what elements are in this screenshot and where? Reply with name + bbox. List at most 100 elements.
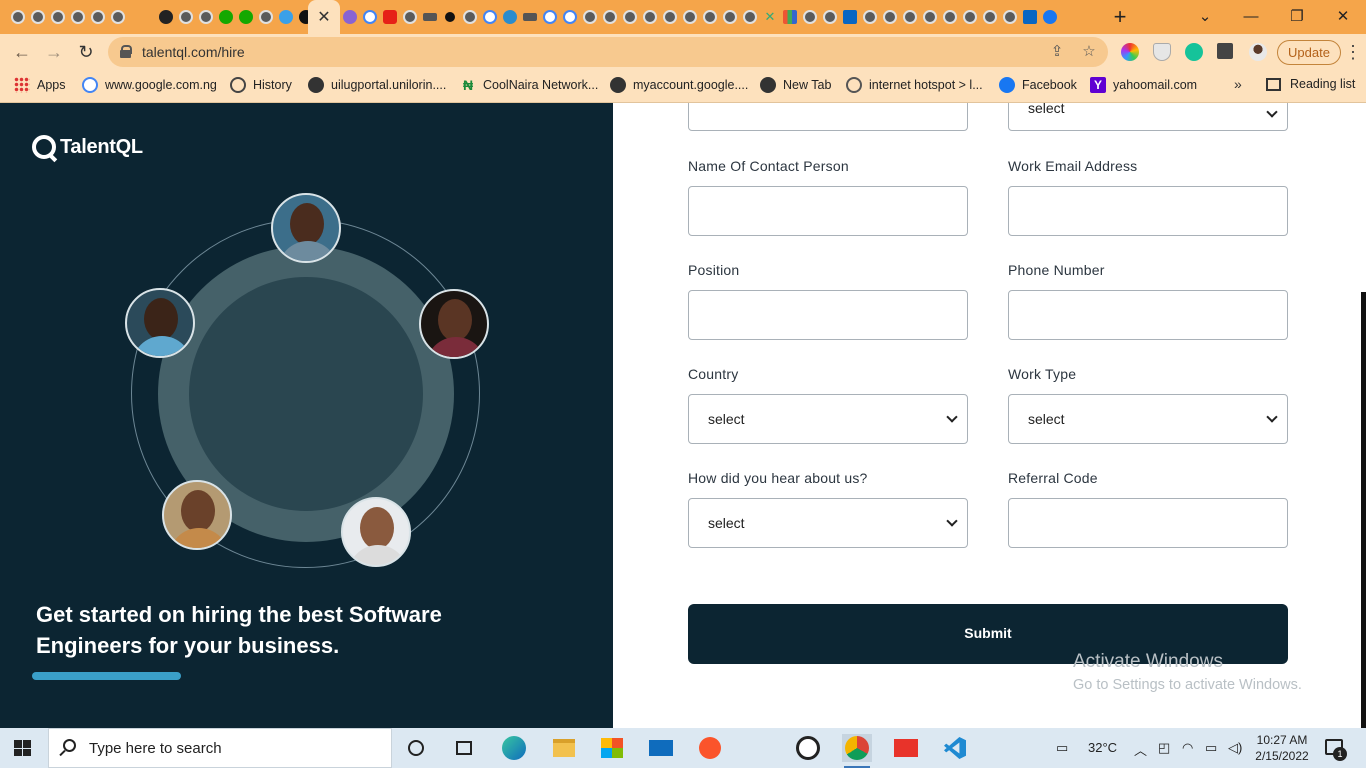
tab[interactable]	[360, 7, 380, 27]
mail-icon[interactable]	[646, 734, 676, 762]
task-view-icon[interactable]	[449, 734, 479, 762]
tab[interactable]	[560, 7, 580, 27]
url-text[interactable]: talentql.com/hire	[142, 44, 245, 60]
tab[interactable]	[8, 7, 28, 27]
tab[interactable]	[720, 7, 740, 27]
tab[interactable]	[48, 7, 68, 27]
top-select[interactable]: select	[1008, 103, 1288, 131]
close-tab-icon[interactable]: ✕	[317, 7, 330, 27]
tab[interactable]	[740, 7, 760, 27]
battery-icon[interactable]: ▭	[1205, 740, 1217, 756]
close-window-button[interactable]: ✕	[1320, 0, 1366, 32]
active-tab[interactable]: ✕	[308, 0, 340, 34]
tab[interactable]	[780, 7, 800, 27]
bookmark-apps[interactable]: Apps	[14, 77, 66, 93]
tab[interactable]	[500, 7, 520, 27]
tab[interactable]	[640, 7, 660, 27]
bookmark-google[interactable]: www.google.com.ng	[82, 77, 217, 93]
work-type-select[interactable]: select	[1008, 394, 1288, 444]
address-bar[interactable]: talentql.com/hire ⇪ ☆	[108, 37, 1108, 67]
heard-about-select[interactable]: select	[688, 498, 968, 548]
avatar[interactable]	[1249, 43, 1267, 61]
tab[interactable]	[400, 7, 420, 27]
tab[interactable]	[700, 7, 720, 27]
tab[interactable]	[88, 7, 108, 27]
minimize-button[interactable]: —	[1228, 0, 1274, 32]
bookmark-yahoomail[interactable]: Yyahoomail.com	[1090, 77, 1197, 93]
new-tab-button[interactable]: +	[1108, 5, 1132, 29]
bookmark-coolnaira[interactable]: ₦ CoolNaira Network...	[460, 77, 598, 93]
cortana-icon[interactable]	[401, 734, 431, 762]
back-button[interactable]: ←	[10, 40, 34, 64]
taskbar-clock[interactable]: 10:27 AM 2/15/2022	[1254, 732, 1310, 764]
page-scrollbar[interactable]	[1361, 292, 1366, 728]
more-bookmarks-button[interactable]: »	[1234, 76, 1242, 92]
tab[interactable]	[1020, 7, 1040, 27]
contact-name-input[interactable]	[688, 186, 968, 236]
reload-button[interactable]: ↻	[74, 40, 98, 64]
reading-list-button[interactable]: Reading list	[1266, 77, 1355, 91]
tab[interactable]	[580, 7, 600, 27]
tab[interactable]	[620, 7, 640, 27]
bookmark-uilugportal[interactable]: uilugportal.unilorin....	[308, 77, 446, 93]
tab[interactable]	[216, 7, 236, 27]
file-explorer-icon[interactable]	[549, 734, 579, 762]
wifi-icon[interactable]: ◠	[1182, 740, 1193, 756]
tab[interactable]	[980, 7, 1000, 27]
store-icon[interactable]	[597, 734, 627, 762]
bookmark-new-tab[interactable]: New Tab	[760, 77, 831, 93]
tab[interactable]	[176, 7, 196, 27]
bookmark-internet-hotspot[interactable]: internet hotspot > l...	[846, 77, 983, 93]
tab[interactable]	[276, 7, 296, 27]
position-input[interactable]	[688, 290, 968, 340]
tab[interactable]	[680, 7, 700, 27]
tab[interactable]	[68, 7, 88, 27]
meet-now-icon[interactable]: ◰	[1158, 740, 1170, 756]
tab[interactable]	[108, 7, 128, 27]
wps-office-icon[interactable]	[891, 734, 921, 762]
tab[interactable]	[480, 7, 500, 27]
tab[interactable]	[256, 7, 276, 27]
company-name-field[interactable]	[688, 103, 968, 131]
share-icon[interactable]: ⇪	[1048, 43, 1066, 61]
work-email-input[interactable]	[1008, 186, 1288, 236]
grammarly-icon[interactable]	[1185, 43, 1203, 61]
tab[interactable]	[380, 7, 400, 27]
more-menu-icon[interactable]: ⋮	[1344, 42, 1362, 62]
tab[interactable]	[1000, 7, 1020, 27]
tab[interactable]	[840, 7, 860, 27]
chrome-icon[interactable]	[842, 734, 872, 768]
temperature[interactable]: 32°C	[1088, 740, 1117, 755]
bookmark-history[interactable]: History	[230, 77, 292, 93]
tab[interactable]	[156, 7, 176, 27]
tab[interactable]	[128, 7, 156, 27]
tab[interactable]	[820, 7, 840, 27]
vscode-icon[interactable]	[940, 734, 970, 762]
restore-button[interactable]: ❐	[1274, 0, 1320, 32]
tab[interactable]	[800, 7, 820, 27]
volume-icon[interactable]: ◁)	[1228, 740, 1242, 756]
talentql-logo[interactable]: TalentQL	[32, 135, 143, 159]
tab[interactable]: ✕	[760, 7, 780, 27]
windows-start-icon[interactable]	[14, 740, 31, 756]
edge-icon[interactable]	[499, 734, 529, 762]
tab-search-button[interactable]: ⌄	[1182, 0, 1228, 32]
tab[interactable]	[340, 7, 360, 27]
tray-chevron-icon[interactable]: ︿	[1134, 740, 1147, 759]
brave-icon[interactable]	[695, 734, 725, 762]
tab[interactable]	[880, 7, 900, 27]
tab[interactable]	[440, 7, 460, 27]
country-select[interactable]: select	[688, 394, 968, 444]
tab[interactable]	[196, 7, 216, 27]
tab[interactable]	[600, 7, 620, 27]
tab[interactable]	[540, 7, 560, 27]
tab[interactable]	[420, 7, 440, 27]
weather-icon[interactable]: ▭	[1056, 740, 1068, 756]
tab[interactable]	[940, 7, 960, 27]
whatsapp-icon[interactable]	[793, 734, 823, 762]
bookmark-facebook[interactable]: Facebook	[999, 77, 1077, 93]
tab[interactable]	[860, 7, 880, 27]
taskbar-search[interactable]: Type here to search	[48, 728, 392, 768]
tab[interactable]	[660, 7, 680, 27]
tab[interactable]	[236, 7, 256, 27]
